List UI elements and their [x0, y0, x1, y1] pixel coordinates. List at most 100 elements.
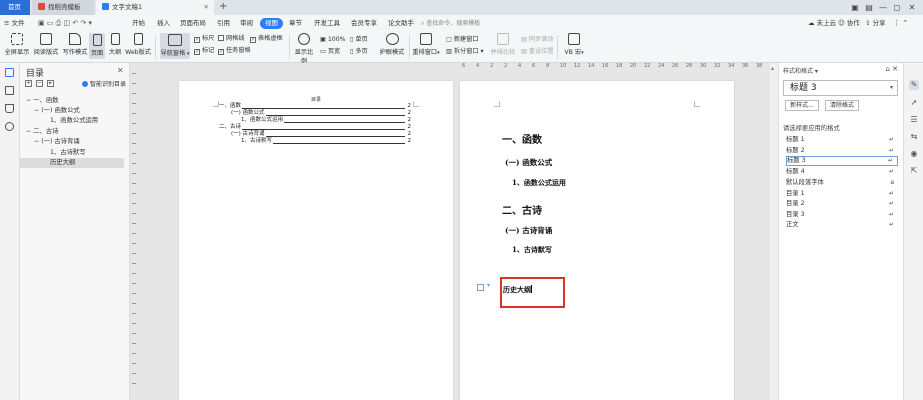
heading-3[interactable]: 1、古诗默写 — [512, 245, 552, 255]
fullscreen-button[interactable]: 全屏显示 — [4, 33, 30, 56]
outline-view-button[interactable]: 大纲 — [107, 33, 123, 56]
close-window-button[interactable]: ✕ — [905, 0, 919, 15]
toc-entry[interactable]: 1、古诗默写 2 — [241, 138, 411, 145]
split-window-button[interactable]: ▥ 拆分窗口 ▾ — [446, 47, 484, 56]
current-heading[interactable]: 历史大纲 — [503, 285, 532, 295]
paragraph-handle-icon[interactable] — [477, 284, 484, 291]
multi-page-button[interactable]: ▯ 多页 — [350, 47, 368, 56]
ruler-checkbox[interactable]: ✓ 标尺 — [194, 34, 214, 43]
nav-item[interactable]: 1、函数公式运用 — [20, 116, 124, 126]
expand-level-icon[interactable]: ▸ — [47, 80, 54, 87]
close-tab-icon[interactable]: ✕ — [204, 0, 209, 15]
pin-icon[interactable]: ⌂ — [885, 65, 889, 73]
minimize-button[interactable]: — — [876, 0, 890, 15]
web-layout-button[interactable]: Web版式 — [124, 33, 152, 56]
share-button[interactable]: ⇪ 分享 — [865, 18, 886, 29]
reset-position-button[interactable]: ▤ 重设位置 — [521, 47, 554, 56]
tab-home[interactable]: 首页 — [0, 0, 30, 15]
style-item[interactable]: 目录 3 ↵ — [786, 210, 898, 220]
close-icon[interactable]: ✕ — [892, 65, 898, 73]
toc-entry[interactable]: 1、函数公式运用 2 — [241, 117, 411, 124]
nav-item[interactable]: − 一、函数 — [20, 96, 124, 106]
single-page-button[interactable]: ▯ 单页 — [350, 35, 368, 44]
toc-entry[interactable]: 一、函数 2 — [219, 103, 411, 110]
writing-mode-button[interactable]: 写作模式 — [62, 33, 88, 56]
sliders-icon[interactable]: ☰ — [909, 115, 919, 125]
style-item[interactable]: 标题 2 ↵ — [786, 146, 898, 156]
reading-layout-button[interactable]: 阅读版式 — [33, 33, 59, 56]
new-style-button[interactable]: 新样式... — [785, 100, 819, 111]
page-view-button[interactable]: 页面 — [89, 33, 105, 59]
rearrange-windows-button[interactable]: 重排窗口▾ — [412, 33, 440, 56]
style-pen-icon[interactable]: ✎ — [909, 80, 919, 90]
command-search[interactable]: ⌕ 查找命令、搜索模板 — [421, 18, 541, 29]
nav-pane-button[interactable]: 导航窗格 ▾ — [160, 33, 190, 59]
style-item[interactable]: 默认段落字体 a — [786, 178, 898, 188]
vertical-scrollbar[interactable]: ▴ — [770, 63, 778, 400]
collapse-all-icon[interactable]: − — [36, 80, 43, 87]
heading-2[interactable]: (一) 函数公式 — [505, 157, 552, 168]
table-gridlines-checkbox[interactable]: ✓ 表格虚框 — [250, 34, 283, 43]
nav-item[interactable]: 1、古诗默写 — [20, 148, 124, 158]
zoom-ratio-button[interactable]: 显示比例 — [292, 33, 316, 65]
clear-format-button[interactable]: 清除格式 — [825, 100, 859, 111]
menu-view[interactable]: 视图 — [260, 18, 283, 29]
more-menu-icon[interactable]: ⋮ ⌃ — [893, 18, 908, 29]
file-menu[interactable]: ≡ 文件 — [4, 18, 25, 29]
quick-access-icons[interactable]: ▣ ▭ ⎙ ◫ ↶ ↷ ▾ — [38, 18, 92, 29]
nav-item[interactable]: − (一) 古诗背诵 — [20, 137, 124, 147]
menu-start[interactable]: 开始 — [132, 18, 145, 29]
bookmark-icon[interactable] — [5, 104, 14, 113]
maximize-button[interactable]: ◻ — [890, 0, 904, 15]
toc-entry[interactable]: 二、古诗 2 — [219, 124, 411, 131]
task-pane-checkbox[interactable]: ✓ 任务窗格 — [218, 46, 251, 55]
heading-3[interactable]: 1、函数公式运用 — [512, 178, 566, 188]
zoom-100-button[interactable]: ▣ 100% — [320, 35, 346, 44]
cursor-select-icon[interactable]: ➚ — [909, 98, 919, 108]
smart-toc-button[interactable]: 智能识别目录 — [82, 79, 126, 88]
scroll-up-icon[interactable]: ▴ — [771, 65, 774, 72]
styles-panel-header[interactable]: 样式和格式 ▾ — [783, 66, 818, 75]
apps-icon[interactable]: ▤ — [862, 0, 876, 15]
chapter-icon[interactable] — [5, 86, 14, 95]
macro-button[interactable]: VB 宏▾ — [561, 33, 587, 56]
gridlines-checkbox[interactable]: 网格线 — [218, 34, 245, 43]
menu-developer[interactable]: 开发工具 — [314, 18, 340, 29]
style-item[interactable]: 标题 1 ↵ — [786, 135, 898, 145]
horizontal-ruler[interactable]: 642246810121416182022242628303234363840 — [460, 63, 778, 71]
menu-review[interactable]: 审阅 — [240, 18, 253, 29]
cloud-status[interactable]: ☁ 未上云 — [808, 18, 836, 29]
current-style-select[interactable]: 标题 3 ▾ — [783, 80, 898, 96]
heading-2[interactable]: (一) 古诗背诵 — [505, 225, 552, 236]
eye-mode-button[interactable]: 护眼模式 — [378, 33, 406, 56]
collaborate-button[interactable]: ☺ 协作 — [838, 18, 860, 29]
style-item[interactable]: 正文 ↵ — [786, 220, 898, 230]
expand-all-icon[interactable]: + — [25, 80, 32, 87]
style-item[interactable]: 目录 2 ↵ — [786, 199, 898, 209]
vertical-ruler[interactable] — [130, 73, 138, 400]
toc-entry[interactable]: (一) 函数公式 2 — [231, 110, 411, 117]
style-item[interactable]: 目录 1 ↵ — [786, 189, 898, 199]
heading-1[interactable]: 二、古诗 — [502, 202, 542, 217]
menu-member[interactable]: 会员专享 — [351, 18, 377, 29]
new-window-button[interactable]: ▢ 新建窗口 — [446, 35, 479, 44]
page-width-button[interactable]: ▭ 页宽 — [320, 47, 340, 56]
tab-template[interactable]: 找稻壳模板 — [32, 0, 94, 15]
menu-references[interactable]: 引用 — [217, 18, 230, 29]
document-page-content[interactable]: 一、函数 (一) 函数公式 1、函数公式运用 二、古诗 (一) 古诗背诵 1、古… — [460, 81, 734, 400]
nav-item[interactable]: − (一) 函数公式 — [20, 106, 124, 116]
close-icon[interactable]: ✕ — [117, 66, 124, 75]
tab-document[interactable]: 文字文稿1 ✕ — [96, 0, 214, 15]
menu-insert[interactable]: 插入 — [157, 18, 170, 29]
location-icon[interactable]: ◉ — [909, 149, 919, 159]
paragraph-menu-arrow-icon[interactable]: ▾ — [487, 282, 490, 289]
add-tab-button[interactable]: + — [219, 0, 227, 15]
menu-chapter[interactable]: 章节 — [289, 18, 302, 29]
nav-item[interactable]: − 二、古诗 — [20, 127, 124, 137]
heading-1[interactable]: 一、函数 — [502, 131, 542, 146]
document-page-toc[interactable]: 目录 一、函数 2 (一) 函数公式 2 1、函数公式运用 2 二、古诗 2 (一) 古… — [179, 81, 453, 400]
nav-item-selected[interactable]: 历史大纲 — [20, 158, 124, 168]
toc-entry[interactable]: (一) 古诗背诵 2 — [231, 131, 411, 138]
toc-panel-icon[interactable] — [5, 68, 14, 77]
share-panel-icon[interactable]: ⇱ — [909, 166, 919, 176]
